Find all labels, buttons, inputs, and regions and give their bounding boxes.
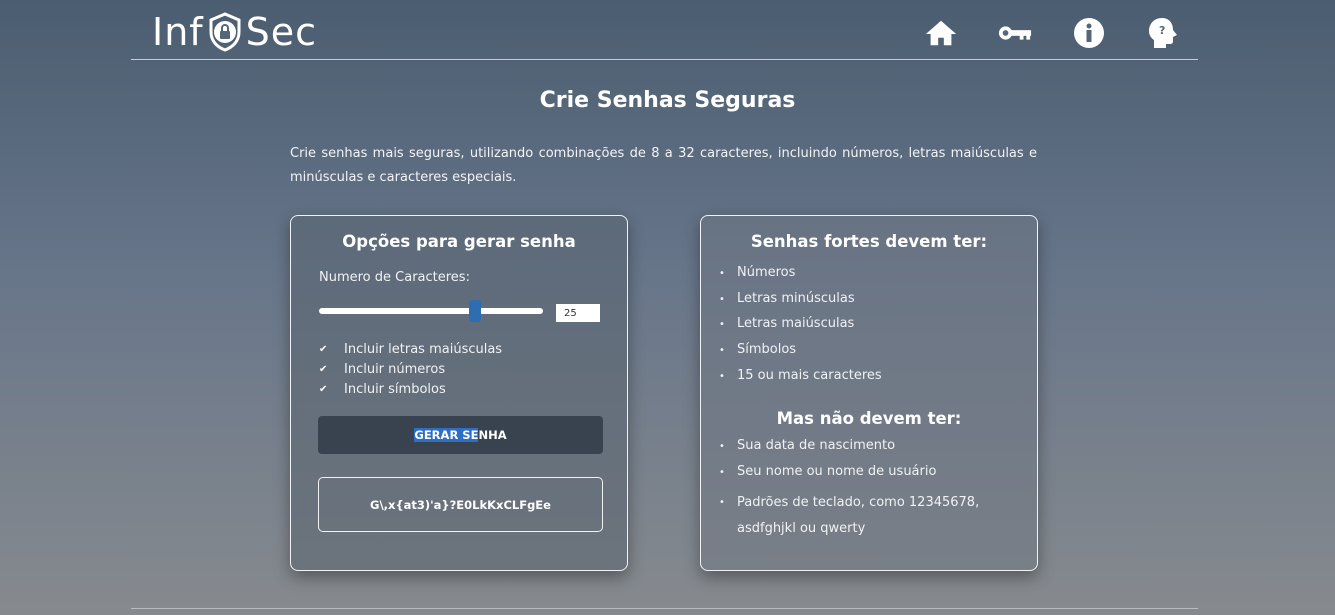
help-icon[interactable]: ? [1146,16,1180,50]
button-label-selected: GERAR SE [414,428,479,442]
logo[interactable]: Inf Sec [152,10,317,54]
footer-divider [131,608,1198,609]
length-input[interactable] [556,304,600,322]
list-item: • Letras maiúsculas [719,316,855,332]
generator-title: Opções para gerar senha [342,232,576,251]
logo-text-left: Inf [152,10,204,54]
info-icon[interactable] [1072,16,1106,50]
top-nav: ? [924,16,1180,50]
intro-text: Crie senhas mais seguras, utilizando com… [290,146,1037,185]
option-label: Incluir letras maiúsculas [344,341,503,357]
shield-lock-icon [209,12,241,52]
option-uppercase[interactable]: ✔ Incluir letras maiúsculas [319,339,502,359]
check-icon: ✔ [319,363,328,375]
logo-text-right: Sec [245,10,318,54]
must-not-title: Mas não devem ter: [776,409,962,429]
slider-thumb[interactable] [469,300,482,322]
page-title: Crie Senhas Seguras [539,88,796,113]
length-label: Numero de Caracteres: [319,270,470,285]
tips-card: Senhas fortes devem ter: • Números • Letra… [700,215,1038,571]
key-icon[interactable] [998,16,1032,50]
length-slider[interactable] [319,300,543,322]
option-label: Incluir números [344,361,446,377]
option-numbers[interactable]: ✔ Incluir números [319,359,502,379]
svg-text:?: ? [1159,24,1165,37]
check-icon: ✔ [319,343,328,355]
list-item: • 15 ou mais caracteres [719,367,882,383]
generated-password[interactable]: G\,x{at3)'a}?E0LkKxCLFgEe [318,477,603,532]
must-have-title: Senhas fortes devem ter: [750,232,988,251]
list-item: • Padrões de teclado, como 12345678, asdf… [719,494,980,536]
home-icon[interactable] [924,16,958,50]
list-item: • Números [719,265,796,280]
list-item: • Seu nome ou nome de usuário [719,464,937,480]
options-list: ✔ Incluir letras maiúsculas ✔ Incluir nú… [319,339,502,399]
header: Inf Sec ? [131,0,1198,60]
list-item: • Sua data de nascimento [719,438,896,454]
must-not-list: • Sua data de nascimento • Seu nome ou nom… [701,438,1037,541]
option-label: Incluir símbolos [344,381,446,397]
list-item: • Símbolos [719,342,797,358]
generator-card: Opções para gerar senha Numero de Caract… [290,215,628,571]
check-icon: ✔ [319,383,328,395]
button-label-rest: NHA [478,428,507,442]
generate-password-button[interactable]: GERAR SE NHA [318,416,603,454]
list-item: • Letras minúsculas [719,290,855,306]
option-symbols[interactable]: ✔ Incluir símbolos [319,379,502,399]
must-have-list: • Números • Letras minúsculas • Letras maiú… [701,265,1037,393]
